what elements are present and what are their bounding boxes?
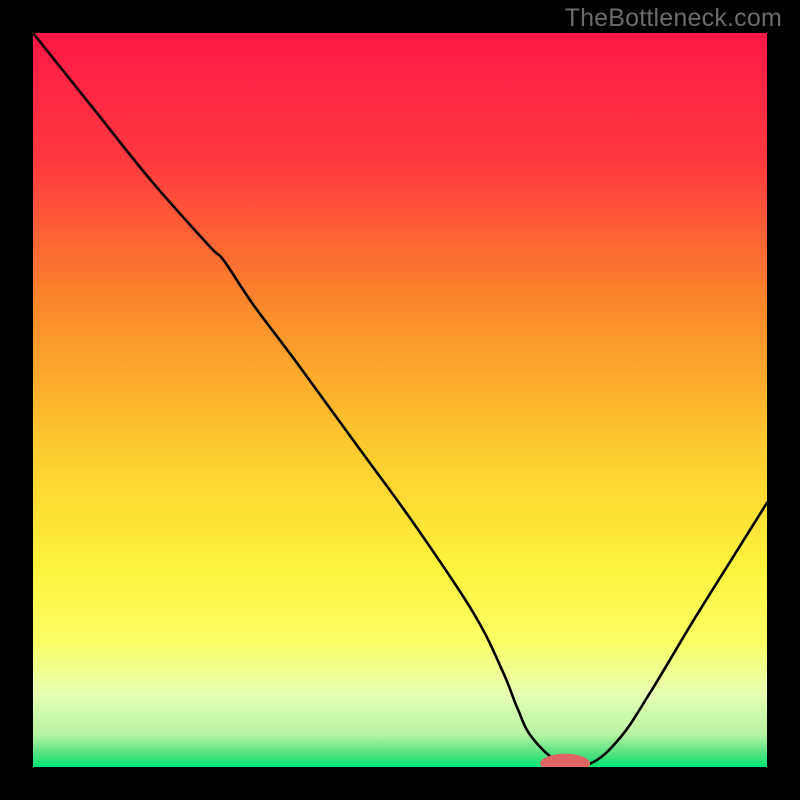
chart-frame: TheBottleneck.com (0, 0, 800, 800)
watermark-text: TheBottleneck.com (565, 4, 782, 33)
plot-area (33, 33, 767, 767)
gradient-rect (33, 33, 767, 767)
chart-svg (33, 33, 767, 767)
